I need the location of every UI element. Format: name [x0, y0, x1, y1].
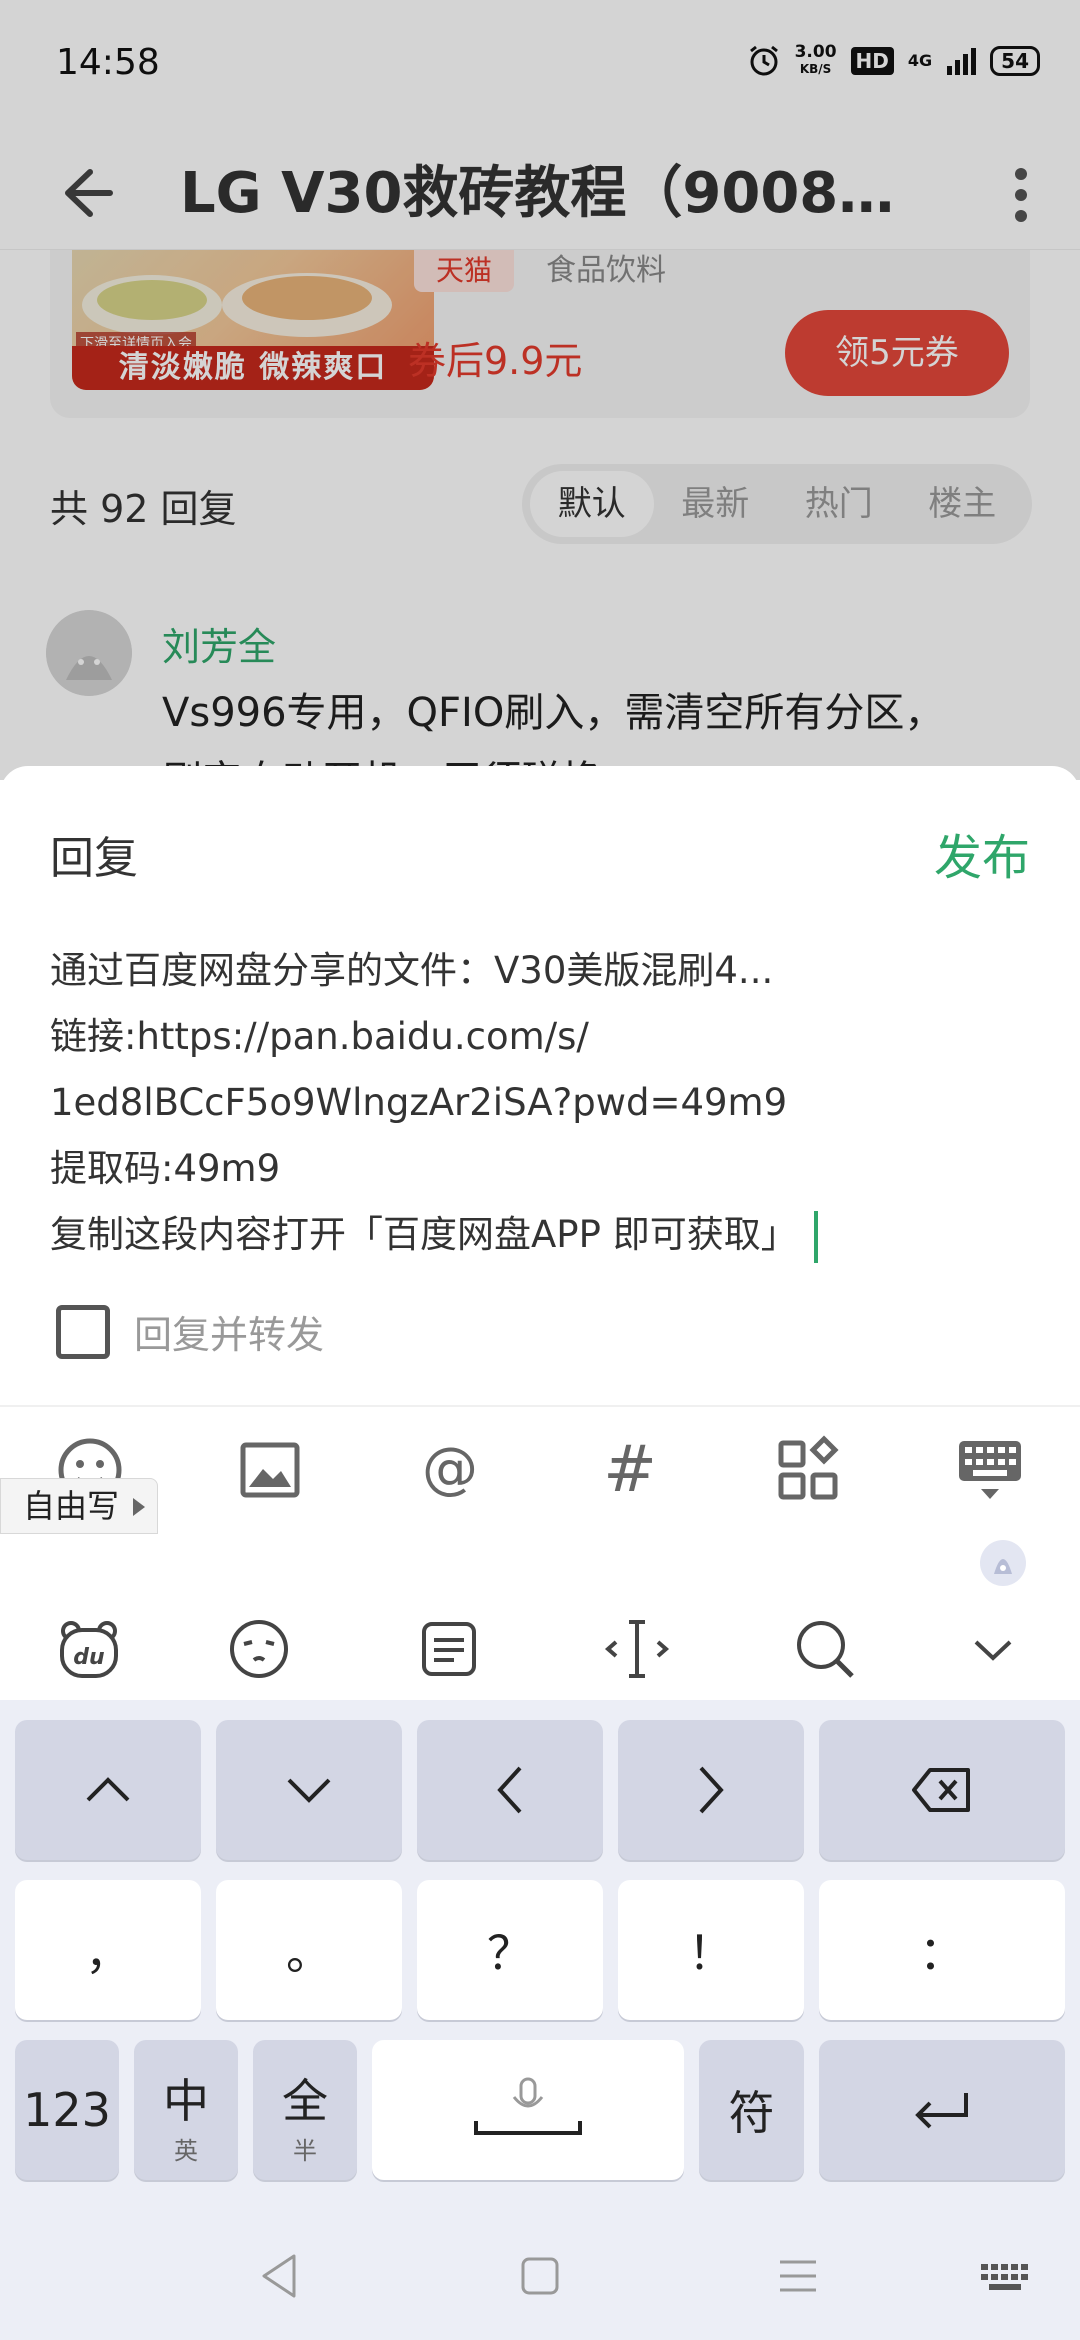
reply-line-last: 复制这段内容打开「百度网盘APP 即可获取」: [50, 1202, 1040, 1268]
forward-checkbox[interactable]: [56, 1304, 110, 1359]
baidu-du-icon[interactable]: du: [54, 1614, 124, 1684]
system-nav-bar: [0, 2210, 1080, 2340]
nav-home-icon[interactable]: [510, 2246, 570, 2306]
lang-sub: 英: [174, 2137, 198, 2165]
chevron-right-icon: [699, 1766, 724, 1814]
clipboard-icon[interactable]: [414, 1614, 484, 1684]
reply-line: 1ed8lBCcF5o9WlngzAr2iSA?pwd=49m9: [50, 1081, 788, 1124]
emoticon-icon[interactable]: [224, 1614, 294, 1684]
keyboard-hide-icon[interactable]: [955, 1435, 1025, 1505]
key-numbers[interactable]: 123: [15, 2040, 119, 2180]
key-exclamation[interactable]: ！: [618, 1880, 804, 2020]
key-space[interactable]: [372, 2040, 684, 2180]
key-right[interactable]: [618, 1720, 804, 1860]
triangle-right-icon: [133, 1498, 146, 1516]
at-symbol: @: [422, 1436, 478, 1501]
chevron-up-icon: [86, 1777, 130, 1802]
freewrite-toggle[interactable]: 自由写: [0, 1478, 159, 1534]
chevron-left-icon: [497, 1766, 522, 1814]
nav-keyboard-icon[interactable]: [975, 2246, 1035, 2306]
dim-overlay[interactable]: [0, 0, 1080, 780]
sheet-title: 回复: [50, 833, 138, 884]
nav-back-icon[interactable]: [250, 2246, 310, 2306]
key-down[interactable]: [216, 1720, 402, 1860]
apps-icon[interactable]: [773, 1435, 843, 1505]
key-backspace[interactable]: [819, 1720, 1065, 1860]
nav-recents-icon[interactable]: [768, 2246, 828, 2306]
chevron-down-icon[interactable]: [958, 1614, 1028, 1684]
svg-text:du: du: [73, 1645, 104, 1670]
hashtag-icon[interactable]: #: [595, 1435, 665, 1505]
key-colon[interactable]: ：: [819, 1880, 1065, 2020]
key-comma[interactable]: ，: [15, 1880, 201, 2020]
reply-line-text: 复制这段内容打开「百度网盘APP 即可获取」: [50, 1213, 798, 1256]
voice-assistant-icon[interactable]: [978, 1538, 1028, 1588]
key-question[interactable]: ？: [417, 1880, 603, 2020]
lang-main: 中: [163, 2074, 209, 2128]
enter-icon: [915, 2093, 968, 2129]
freewrite-label: 自由写: [23, 1487, 120, 1525]
key-left[interactable]: [417, 1720, 603, 1860]
image-icon[interactable]: [235, 1435, 305, 1505]
key-up[interactable]: [15, 1720, 201, 1860]
reply-input[interactable]: 通过百度网盘分享的文件：V30美版混刷4... 链接:https://pan.b…: [50, 938, 1040, 1268]
hash-symbol: #: [603, 1435, 657, 1505]
cursor-move-icon[interactable]: [602, 1614, 672, 1684]
reply-line: 链接:https://pan.baidu.com/s/: [50, 1015, 589, 1058]
key-symbols[interactable]: 符: [699, 2040, 804, 2180]
chevron-down-icon: [287, 1778, 331, 1803]
text-cursor: [813, 1210, 818, 1263]
width-main: 全: [282, 2074, 328, 2128]
publish-button[interactable]: 发布: [934, 818, 1030, 888]
keyboard-toolbar: 自由写 du: [0, 1478, 1080, 1700]
key-enter[interactable]: [819, 2040, 1065, 2180]
forward-label: 回复并转发: [134, 1313, 325, 1357]
at-icon[interactable]: @: [415, 1435, 485, 1505]
width-sub: 半: [293, 2137, 317, 2165]
key-period[interactable]: 。: [216, 1880, 402, 2020]
search-icon[interactable]: [790, 1614, 860, 1684]
compose-toolbar: @ #: [0, 1405, 1080, 1530]
reply-line: 通过百度网盘分享的文件：V30美版混刷4...: [50, 949, 774, 992]
key-width-switch[interactable]: 全半: [253, 2040, 357, 2180]
forward-option[interactable]: 回复并转发: [56, 1304, 324, 1359]
backspace-icon: [912, 1768, 970, 1812]
reply-line: 提取码:49m9: [50, 1147, 281, 1190]
key-lang-switch[interactable]: 中英: [134, 2040, 238, 2180]
microphone-space-icon: [474, 2077, 582, 2135]
